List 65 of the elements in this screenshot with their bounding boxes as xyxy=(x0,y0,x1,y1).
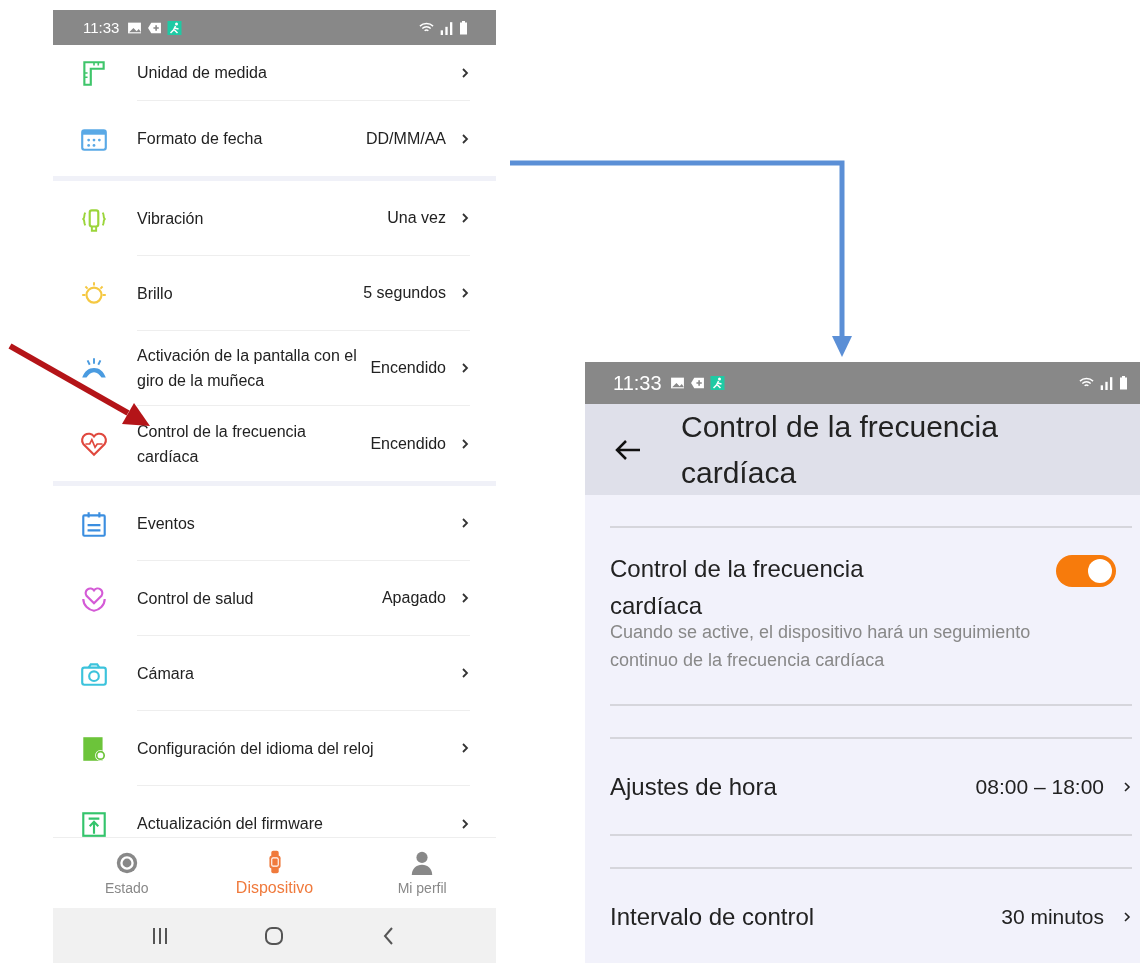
status-time: 11:33 xyxy=(613,371,662,395)
settings-row[interactable]: Cámara xyxy=(53,636,496,711)
running-icon xyxy=(709,376,725,390)
row-label: Configuración del idioma del reloj xyxy=(137,738,375,759)
row-label: Activación de la pantalla con el giro de la muñeca xyxy=(137,346,358,391)
setting-label: Ajustes de hora xyxy=(610,772,778,802)
image-icon xyxy=(669,376,685,390)
settings-row[interactable]: Configuración del idioma del reloj xyxy=(53,711,496,786)
chevron-icon xyxy=(1122,779,1132,794)
chevron-icon xyxy=(460,741,470,755)
row-label: Unidad de medida xyxy=(137,63,268,83)
row-label: Eventos xyxy=(137,513,196,534)
signal-icon xyxy=(1099,376,1114,390)
running-icon xyxy=(167,20,183,35)
settings-row[interactable]: Actualización del firmware xyxy=(53,786,496,837)
row-label: Control de salud xyxy=(137,588,255,609)
nav-tab[interactable]: Estado xyxy=(53,838,201,908)
battery-icon xyxy=(1119,376,1128,390)
chevron-icon xyxy=(460,816,470,831)
screen-title: Control de la frecuencia cardíaca xyxy=(681,408,999,491)
row-label: Cámara xyxy=(137,663,195,684)
row-value: Una vez xyxy=(387,209,446,227)
settings-row[interactable]: Control de la frecuencia cardíaca Encendido xyxy=(53,406,496,481)
row-value: Encendido xyxy=(370,359,446,377)
chevron-icon xyxy=(460,131,470,146)
chevron-icon xyxy=(460,591,470,605)
row-value: DD/MM/AA xyxy=(366,129,446,148)
toggle-switch[interactable] xyxy=(1056,555,1116,587)
row-label: Formato de fecha xyxy=(137,129,264,149)
add-tag-icon xyxy=(689,376,705,390)
setting-label: Intervalo de control xyxy=(610,902,816,932)
settings-row[interactable]: Intervalo de control 30 minutos xyxy=(610,869,1132,963)
row-label: Control de la frecuencia cardíaca xyxy=(137,421,307,467)
status-time: 11:33 xyxy=(83,19,120,36)
row-label: Vibración xyxy=(137,208,205,229)
chevron-icon xyxy=(460,436,470,451)
chevron-icon xyxy=(460,516,470,530)
chevron-icon xyxy=(460,666,470,680)
settings-row[interactable]: Brillo 5 segundos xyxy=(53,256,496,331)
chevron-icon xyxy=(1122,909,1132,924)
setting-value: 08:00 – 18:00 xyxy=(975,774,1104,799)
image-icon xyxy=(127,20,143,35)
chevron-icon xyxy=(460,211,470,225)
settings-row[interactable]: Ajustes de hora 08:00 – 18:00 xyxy=(610,739,1132,834)
battery-icon xyxy=(459,20,468,35)
settings-row[interactable]: Activación de la pantalla con el giro de la muñeca Encendido xyxy=(53,331,496,406)
settings-row[interactable]: Eventos xyxy=(53,486,496,561)
settings-row[interactable]: Vibración Una vez xyxy=(53,181,496,256)
setting-label: Control de la frecuencia cardíaca xyxy=(610,554,865,621)
add-tag-icon xyxy=(147,20,163,35)
setting-description: Cuando se active, el dispositivo hará un seguimiento continuo de la frecuencia cardíaca xyxy=(610,621,1032,672)
chevron-icon xyxy=(460,286,470,300)
row-label: Brillo xyxy=(137,283,174,304)
settings-row[interactable]: Formato de fecha DD/MM/AA xyxy=(53,101,496,176)
row-value: Apagado xyxy=(381,589,446,607)
row-value: Encendido xyxy=(370,434,446,453)
signal-icon xyxy=(439,20,454,35)
row-value: 5 segundos xyxy=(363,284,446,302)
nav-tab[interactable]: Mi perfil xyxy=(348,838,496,908)
chevron-icon xyxy=(460,65,470,80)
settings-row[interactable]: Control de salud Apagado xyxy=(53,561,496,636)
settings-row[interactable]: Unidad de medida xyxy=(53,45,496,101)
chevron-icon xyxy=(460,361,470,375)
setting-value: 30 minutos xyxy=(1001,904,1104,929)
row-label: Actualización del firmware xyxy=(137,814,324,834)
